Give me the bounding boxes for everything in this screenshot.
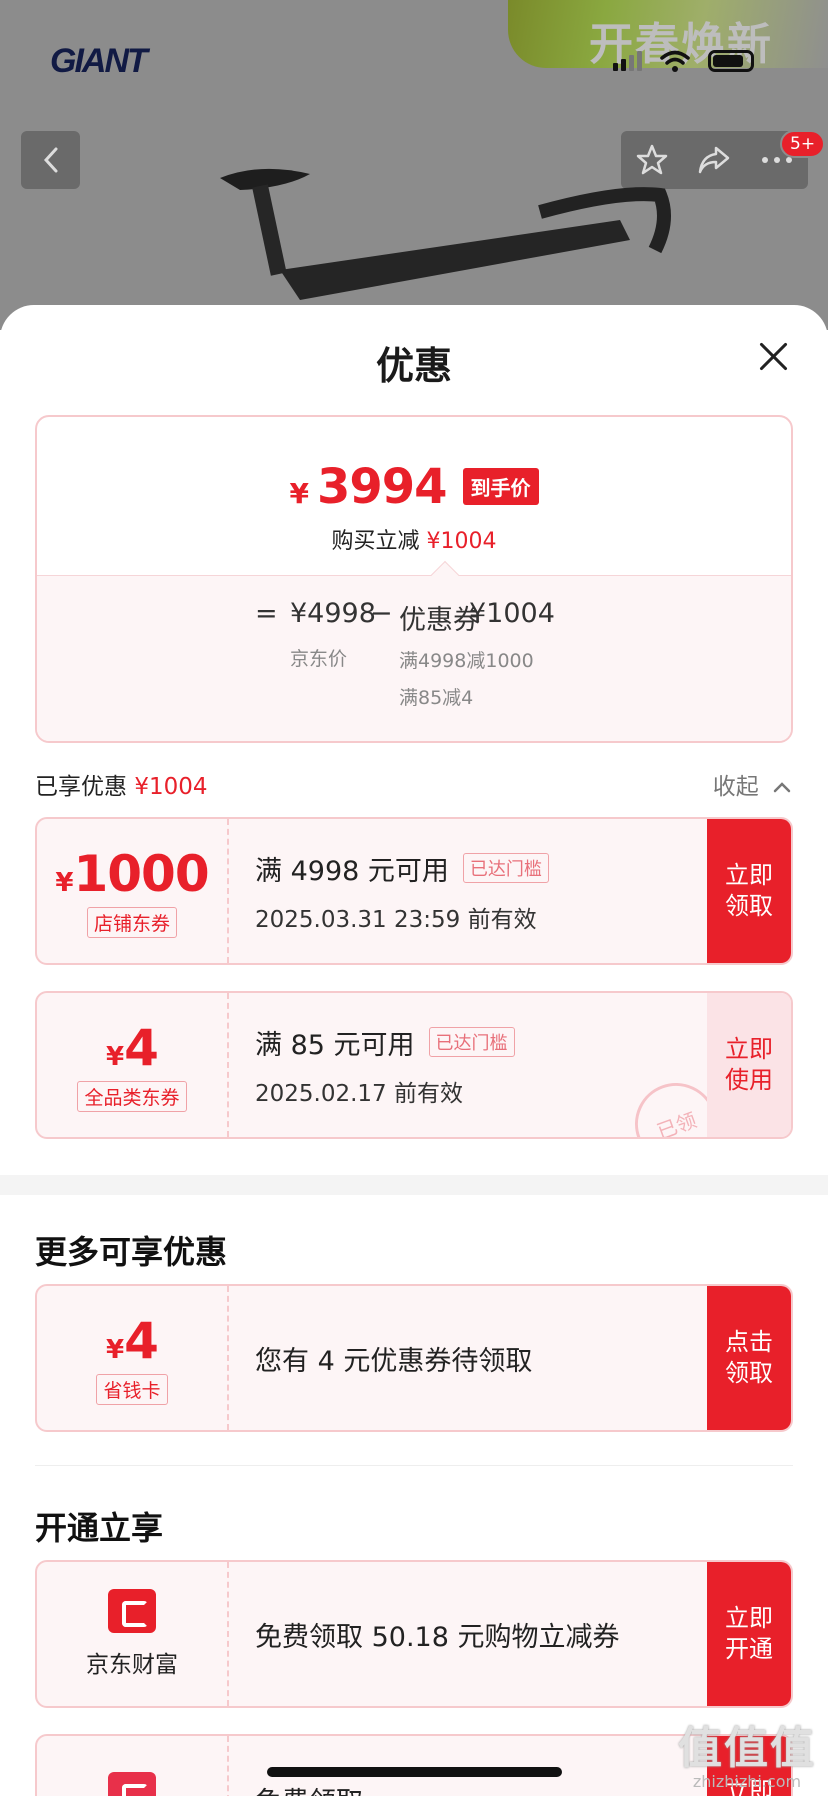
coupon-amount: 1000 [73,844,209,903]
final-price-tag: 到手价 [462,468,539,505]
collapse-label: 收起 [712,774,759,800]
enjoyed-amount: ¥1004 [134,774,208,800]
coupon-rule-1: 满4998减1000 [399,650,534,672]
signal-icon [613,51,642,71]
coupon-deduction-amount: ¥1004 [469,598,555,629]
coupon-condition: 满 85 元可用 [255,1029,415,1061]
savings-card-text: 您有 4 元优惠券待领取 [255,1345,533,1377]
watermark-url: zhizhizhi.com [692,1772,802,1791]
price-breakdown: = ¥4998 京东价 − 优惠券 ¥1004 满4998减1000 满85减4 [37,560,791,741]
back-button[interactable] [21,131,80,189]
price-summary-card: ¥ 3994 到手价 购买立减 ¥1004 = ¥4998 京东价 − 优惠券 … [35,415,793,743]
instant-reduction: 购买立减 ¥1004 [37,523,791,555]
collapse-toggle[interactable]: 收起 [713,767,792,801]
jd-finance-icon [108,1589,156,1633]
partial-offer-text: 免费领取 [255,1780,363,1796]
site-watermark: 值值值 zhizhizhi.com [678,1712,816,1791]
open-now-label: 立即 开通 [725,1603,773,1663]
battery-icon [708,50,754,72]
jd-finance-text: 免费领取 50.18 元购物立减券 [255,1621,620,1653]
jd-finance-label: 京东财富 [86,1652,178,1678]
jd-price-label: 京东价 [290,648,348,670]
coupon-amount: 4 [124,1018,159,1077]
reduction-amount: ¥1004 [426,529,497,554]
chevron-left-icon [43,147,57,173]
watermark-logo: 值值值 [678,1723,816,1774]
claim-savings-button[interactable]: 点击 领取 [707,1286,791,1430]
savings-card-coupon: ¥ 4 省钱卡 您有 4 元优惠券待领取 点击 领取 [35,1284,793,1432]
enjoyed-discount: 已享优惠 ¥1004 [35,767,207,801]
enjoyed-label: 已享优惠 [35,774,127,800]
use-coupon-button[interactable]: 立即 使用 [707,993,791,1137]
open-now-button[interactable]: 立即 开通 [707,1562,791,1706]
discount-sheet: 优惠 ¥ 3994 到手价 购买立减 ¥1004 = ¥4998 京东价 − 优… [0,305,828,1796]
coupon-yen: ¥ [55,867,74,898]
brand-logo: GIANT [50,42,148,80]
coupon-type: 店铺东券 [86,906,177,938]
bicycle-product-image [220,168,671,300]
final-price: 3994 [316,459,448,515]
coupon-amount: 4 [124,1311,159,1370]
home-indicator[interactable] [267,1767,562,1777]
sheet-title: 优惠 [375,344,452,388]
close-icon[interactable] [758,341,788,371]
product-page-background: 开春焕新 GIANT 5+ [0,0,828,330]
coupon-condition: 满 4998 元可用 [255,855,449,887]
use-coupon-label: 立即 使用 [725,1034,773,1094]
coupon-yen: ¥ [106,1041,125,1072]
reduction-label: 购买立减 [331,529,420,554]
coupon-validity: 2025.02.17 前有效 [255,1080,463,1107]
claim-coupon-button[interactable]: 立即 领取 [707,819,791,963]
equals-sign: = [255,598,278,629]
chevron-up-icon [773,782,791,793]
coupon-validity: 2025.03.31 23:59 前有效 [255,906,537,933]
claim-savings-label: 点击 领取 [725,1327,773,1387]
share-icon[interactable] [696,144,732,176]
offer-icon [108,1772,156,1796]
jd-finance-card: 京东财富 免费领取 50.18 元购物立减券 立即 开通 [35,1560,793,1708]
coupon-type: 全品类东券 [77,1080,187,1112]
section-divider [0,1175,828,1195]
status-bar [613,50,754,72]
coupon-card: ¥ 1000 店铺东券 满 4998 元可用 已达门槛 2025.03.31 2… [35,817,793,965]
more-discounts-title: 更多可享优惠 [35,1233,228,1271]
notification-badge: 5+ [780,130,826,158]
separator [35,1465,793,1466]
open-enjoy-title: 开通立享 [35,1509,164,1547]
threshold-badge: 已达门槛 [462,853,549,883]
claim-coupon-label: 立即 领取 [725,860,773,920]
minus-sign: − [370,598,393,629]
jd-price: ¥4998 [290,598,376,629]
coupon-yen: ¥ [106,1334,125,1365]
coupon-card: ¥ 4 全品类东券 满 85 元可用 已达门槛 2025.02.17 前有效 已… [35,991,793,1139]
coupon-deduction-label: 优惠券 [399,605,480,636]
yen-symbol: ¥ [289,477,309,510]
coupon-type: 省钱卡 [96,1373,168,1405]
threshold-badge: 已达门槛 [428,1027,515,1057]
coupon-rule-2: 满85减4 [399,687,474,709]
wifi-icon [660,50,690,72]
